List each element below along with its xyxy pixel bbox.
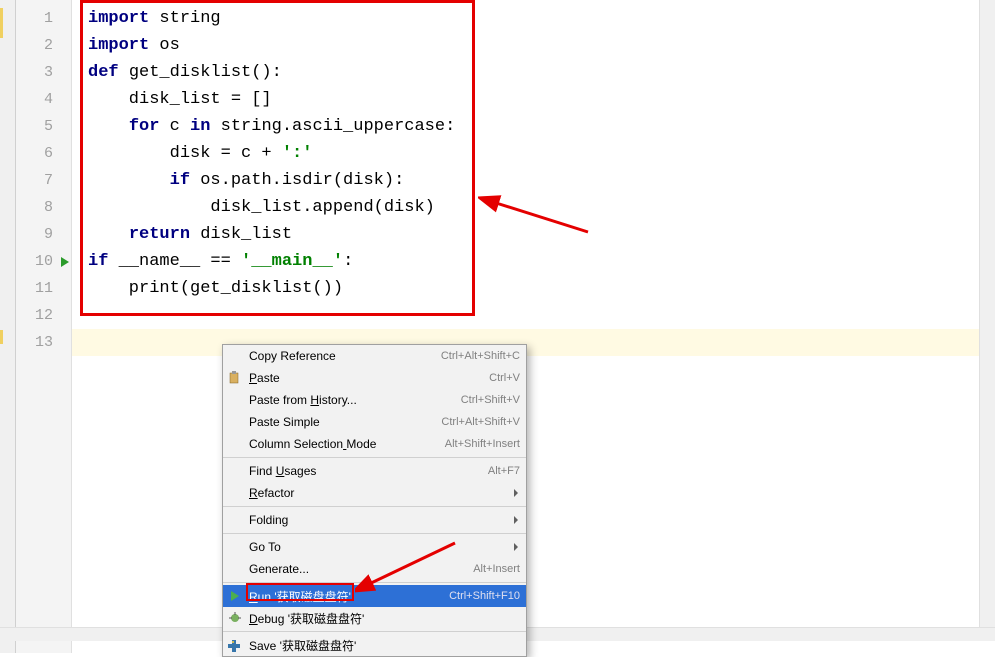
code-line[interactable] xyxy=(72,302,995,329)
menu-separator xyxy=(223,506,526,507)
menu-item-generate[interactable]: Generate...Alt+Insert xyxy=(223,558,526,580)
menu-item-paste-from-history[interactable]: Paste from History...Ctrl+Shift+V xyxy=(223,389,526,411)
menu-shortcut: Ctrl+Shift+F10 xyxy=(449,590,520,602)
menu-shortcut: Ctrl+Alt+Shift+C xyxy=(441,350,520,362)
menu-label: Paste xyxy=(249,371,489,385)
menu-label: Run '获取磁盘盘符' xyxy=(249,588,449,605)
menu-label: Save '获取磁盘盘符' xyxy=(249,637,520,654)
vertical-scrollbar[interactable] xyxy=(979,0,995,640)
menu-shortcut: Alt+Shift+Insert xyxy=(445,438,520,450)
code-line[interactable]: return disk_list xyxy=(72,221,995,248)
menu-item-folding[interactable]: Folding xyxy=(223,509,526,531)
menu-item-paste[interactable]: PasteCtrl+V xyxy=(223,367,526,389)
paste-icon xyxy=(228,371,242,385)
debug-icon xyxy=(228,611,242,625)
line-number: 12 xyxy=(16,302,71,329)
menu-shortcut: Alt+F7 xyxy=(488,465,520,477)
run-icon xyxy=(228,589,242,603)
menu-label: Column Selection Mode xyxy=(249,437,445,451)
code-line[interactable]: disk = c + ':' xyxy=(72,140,995,167)
code-line[interactable]: import string xyxy=(72,5,995,32)
line-number: 13 xyxy=(16,329,71,356)
menu-item-copy-reference[interactable]: Copy ReferenceCtrl+Alt+Shift+C xyxy=(223,345,526,367)
code-line[interactable]: def get_disklist(): xyxy=(72,59,995,86)
submenu-arrow-icon xyxy=(514,516,518,524)
run-gutter-icon[interactable] xyxy=(61,257,69,267)
menu-label: Paste Simple xyxy=(249,415,441,429)
menu-label: Refactor xyxy=(249,486,520,500)
code-line[interactable] xyxy=(72,329,995,356)
diff-marker xyxy=(0,330,3,344)
menu-separator xyxy=(223,582,526,583)
menu-separator xyxy=(223,533,526,534)
code-area[interactable]: import stringimport osdef get_disklist()… xyxy=(72,0,995,653)
line-number: 9 xyxy=(16,221,71,248)
menu-separator xyxy=(223,457,526,458)
line-number: 7 xyxy=(16,167,71,194)
line-number: 1 xyxy=(16,5,71,32)
code-line[interactable]: disk_list.append(disk) xyxy=(72,194,995,221)
menu-label: Debug '获取磁盘盘符' xyxy=(249,610,520,627)
menu-label: Go To xyxy=(249,540,520,554)
menu-label: Find Usages xyxy=(249,464,488,478)
menu-item-paste-simple[interactable]: Paste SimpleCtrl+Alt+Shift+V xyxy=(223,411,526,433)
submenu-arrow-icon xyxy=(514,489,518,497)
menu-label: Folding xyxy=(249,513,520,527)
code-line[interactable]: print(get_disklist()) xyxy=(72,275,995,302)
line-number: 8 xyxy=(16,194,71,221)
menu-label: Copy Reference xyxy=(249,349,441,363)
python-icon xyxy=(228,638,242,652)
gutter: 12345678910111213 xyxy=(16,0,72,653)
menu-label: Paste from History... xyxy=(249,393,461,407)
diff-marker xyxy=(0,8,3,38)
submenu-arrow-icon xyxy=(514,543,518,551)
line-number: 3 xyxy=(16,59,71,86)
menu-label: Generate... xyxy=(249,562,473,576)
menu-item-refactor[interactable]: Refactor xyxy=(223,482,526,504)
menu-shortcut: Ctrl+Alt+Shift+V xyxy=(441,416,520,428)
code-line[interactable]: import os xyxy=(72,32,995,59)
line-number: 11 xyxy=(16,275,71,302)
line-number: 10 xyxy=(16,248,71,275)
code-line[interactable]: if os.path.isdir(disk): xyxy=(72,167,995,194)
menu-item-find-usages[interactable]: Find UsagesAlt+F7 xyxy=(223,460,526,482)
line-number: 5 xyxy=(16,113,71,140)
menu-shortcut: Ctrl+Shift+V xyxy=(461,394,520,406)
menu-shortcut: Ctrl+V xyxy=(489,372,520,384)
menu-item-run[interactable]: Run '获取磁盘盘符'Ctrl+Shift+F10 xyxy=(223,585,526,607)
code-line[interactable]: if __name__ == '__main__': xyxy=(72,248,995,275)
menu-separator xyxy=(223,631,526,632)
menu-item-column-selection-mode[interactable]: Column Selection ModeAlt+Shift+Insert xyxy=(223,433,526,455)
left-margin xyxy=(0,0,16,653)
code-line[interactable]: for c in string.ascii_uppercase: xyxy=(72,113,995,140)
line-number: 6 xyxy=(16,140,71,167)
menu-item-debug[interactable]: Debug '获取磁盘盘符' xyxy=(223,607,526,629)
line-number: 2 xyxy=(16,32,71,59)
code-line[interactable]: disk_list = [] xyxy=(72,86,995,113)
menu-item-go-to[interactable]: Go To xyxy=(223,536,526,558)
menu-shortcut: Alt+Insert xyxy=(473,563,520,575)
context-menu: Copy ReferenceCtrl+Alt+Shift+CPasteCtrl+… xyxy=(222,344,527,657)
line-number: 4 xyxy=(16,86,71,113)
